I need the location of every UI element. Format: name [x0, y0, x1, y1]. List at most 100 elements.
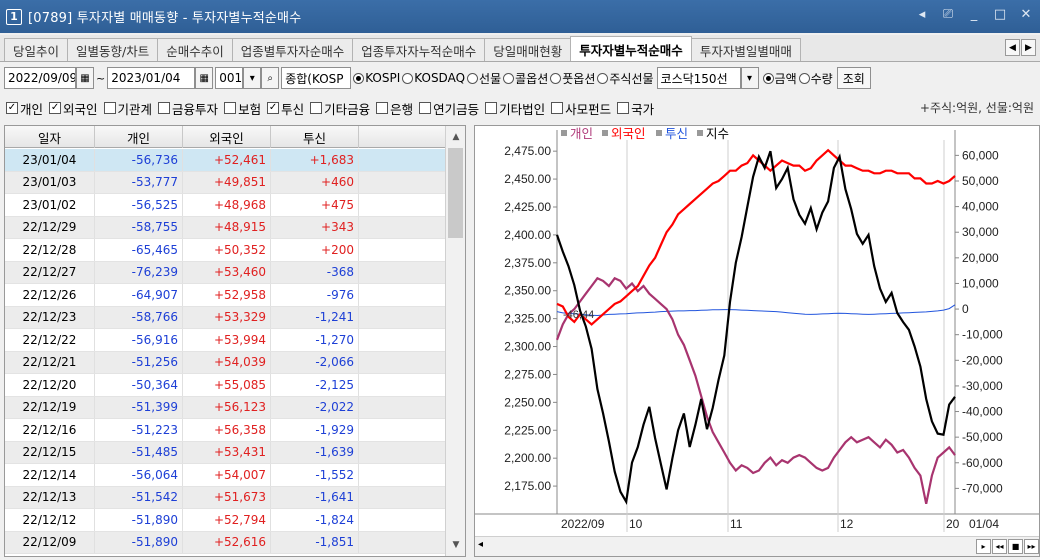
checkbox-individual[interactable]: ✓ 개인 — [6, 99, 43, 118]
scroll-up-icon[interactable]: ▲ — [446, 128, 465, 146]
tab-net-buy-trend[interactable]: 순매수추이 — [157, 38, 233, 61]
table-row[interactable]: 22/12/09 -51,890 +52,616 -1,851 — [5, 531, 446, 554]
cell-individual: -76,239 — [95, 261, 183, 283]
close-button[interactable]: ✕ — [1018, 7, 1034, 22]
calendar-icon[interactable]: ▦ — [195, 67, 214, 89]
calendar-icon[interactable]: ▦ — [76, 67, 94, 89]
cumulative-chart[interactable]: 2,475.00 2,450.00 2,425.00 2,400.00 2,375.00… — [475, 126, 1040, 538]
collapse-icon[interactable]: ◂ — [914, 7, 930, 22]
radio-futures[interactable]: 선물 — [467, 70, 501, 87]
table-row[interactable]: 22/12/14 -56,064 +54,007 -1,552 — [5, 464, 446, 487]
maximize-button[interactable]: □ — [992, 7, 1008, 22]
window-number-badge[interactable]: 1 — [6, 8, 22, 25]
table-row[interactable]: 22/12/12 -51,890 +52,794 -1,824 — [5, 509, 446, 532]
dropdown-arrow-icon[interactable]: ▾ — [243, 67, 262, 89]
x-tick-label: 2022/09 — [561, 517, 605, 531]
checkbox-other-corp[interactable]: 기타법인 — [485, 99, 545, 118]
cell-trust: +1,683 — [271, 149, 359, 171]
tab-investor-daily[interactable]: 투자자별일별매매 — [690, 38, 801, 61]
right-tick-label: -50,000 — [962, 430, 1003, 444]
checkbox-bank[interactable]: 은행 — [376, 99, 413, 118]
table-row[interactable]: 22/12/26 -64,907 +52,958 -976 — [5, 284, 446, 307]
market-code-field[interactable]: 001 — [215, 67, 244, 89]
grid-vertical-scrollbar[interactable]: ▲ ▼ — [445, 126, 465, 556]
cell-empty — [359, 239, 446, 261]
radio-amount[interactable]: 금액 — [762, 70, 797, 87]
checkbox-nation[interactable]: 국가 — [617, 99, 654, 118]
tab-scroll-right-icon[interactable]: ▶ — [1021, 39, 1036, 56]
table-row[interactable]: 22/12/29 -58,755 +48,915 +343 — [5, 216, 446, 239]
query-button[interactable]: 조회 — [836, 67, 871, 89]
checkbox-private-fund[interactable]: 사모펀드 — [551, 99, 611, 118]
table-row[interactable]: 23/01/02 -56,525 +48,968 +475 — [5, 194, 446, 217]
radio-kospi[interactable]: KOSPI — [353, 71, 400, 85]
fast-forward-icon[interactable]: ▸▸ — [1024, 539, 1039, 554]
checkbox-investment-trust[interactable]: ✓ 투신 — [267, 99, 304, 118]
checkbox-insurance[interactable]: 보험 — [224, 99, 261, 118]
table-row[interactable]: 22/12/13 -51,542 +51,673 -1,641 — [5, 486, 446, 509]
table-row[interactable]: 22/12/23 -58,766 +53,329 -1,241 — [5, 306, 446, 329]
radio-put-option[interactable]: 풋옵션 — [550, 70, 595, 87]
end-date-field[interactable]: 2023/01/04 — [107, 67, 196, 89]
table-row[interactable]: 22/12/15 -51,485 +53,431 -1,639 — [5, 441, 446, 464]
play-icon[interactable]: ▸ — [976, 539, 991, 554]
header-date[interactable]: 일자 — [5, 126, 95, 148]
tab-sector-cumulative[interactable]: 업종투자자누적순매수 — [352, 38, 486, 61]
header-trust[interactable]: 투신 — [271, 126, 359, 148]
checkbox-other-finance[interactable]: 기타금융 — [310, 99, 370, 118]
scroll-thumb[interactable] — [448, 148, 463, 238]
scroll-down-icon[interactable]: ▼ — [446, 536, 465, 554]
stop-icon[interactable]: ■ — [1008, 539, 1023, 554]
chart-horizontal-scrollbar[interactable]: ◂ ▸ ◂◂ ■ ▸▸ — [475, 536, 1039, 556]
cell-foreigner: +48,968 — [183, 194, 271, 216]
cell-empty — [359, 486, 446, 508]
table-row[interactable]: 22/12/28 -65,465 +50,352 +200 — [5, 239, 446, 262]
tab-daily-trend[interactable]: 당일추이 — [4, 38, 69, 61]
tab-daily-chart[interactable]: 일별동향/차트 — [67, 38, 159, 61]
cell-foreigner: +50,352 — [183, 239, 271, 261]
table-row[interactable]: 23/01/03 -53,777 +49,851 +460 — [5, 171, 446, 194]
tab-sector-investor[interactable]: 업종별투자자순매수 — [231, 38, 354, 61]
table-row[interactable]: 23/01/04 -56,736 +52,461 +1,683 — [5, 149, 446, 172]
cell-date: 22/12/23 — [5, 306, 95, 328]
table-row[interactable]: 22/12/20 -50,364 +55,085 -2,125 — [5, 374, 446, 397]
cell-individual: -65,465 — [95, 239, 183, 261]
radio-dot-icon — [550, 72, 562, 84]
search-icon[interactable]: ⌕ — [261, 67, 280, 89]
checkbox-foreigner[interactable]: ✓ 외국인 — [49, 99, 98, 118]
table-row[interactable]: 22/12/22 -56,916 +53,994 -1,270 — [5, 329, 446, 352]
header-individual[interactable]: 개인 — [95, 126, 183, 148]
checkbox-financial-investment[interactable]: 금융투자 — [158, 99, 218, 118]
query-toolbar: 2022/09/09 ▦ ~ 2023/01/04 ▦ 001 ▾ ⌕ 종합(K… — [0, 64, 1040, 92]
legend-marker-icon — [602, 130, 608, 136]
cell-individual: -50,364 — [95, 374, 183, 396]
cell-individual: -56,064 — [95, 464, 183, 486]
rewind-icon[interactable]: ◂◂ — [992, 539, 1007, 554]
checkbox-institution[interactable]: 기관계 — [103, 99, 152, 118]
index-select[interactable]: 코스닥150선 — [656, 67, 741, 89]
tab-scroll-left-icon[interactable]: ◀ — [1005, 39, 1020, 56]
radio-kosdaq[interactable]: KOSDAQ — [402, 71, 465, 85]
tab-investor-cumulative[interactable]: 투자자별누적순매수 — [570, 36, 692, 61]
table-row[interactable]: 22/12/19 -51,399 +56,123 -2,022 — [5, 396, 446, 419]
radio-call-option[interactable]: 콜옵션 — [503, 70, 548, 87]
cell-empty — [359, 149, 446, 171]
radio-stock-futures[interactable]: 주식선물 — [597, 70, 654, 87]
cell-date: 23/01/04 — [5, 149, 95, 171]
header-empty — [359, 126, 446, 148]
link-icon[interactable]: ⎚ — [940, 7, 956, 22]
start-date-field[interactable]: 2022/09/09 — [4, 67, 76, 89]
market-name-field[interactable]: 종합(KOSP — [281, 67, 352, 89]
left-tick-label: 2,450.00 — [504, 172, 551, 186]
table-row[interactable]: 22/12/27 -76,239 +53,460 -368 — [5, 261, 446, 284]
dropdown-arrow-icon[interactable]: ▾ — [740, 67, 759, 89]
tab-today-status[interactable]: 당일매매현황 — [484, 38, 572, 61]
header-foreigner[interactable]: 외국인 — [183, 126, 271, 148]
checkbox-pension[interactable]: 연기금등 — [419, 99, 479, 118]
table-row[interactable]: 22/12/21 -51,256 +54,039 -2,066 — [5, 351, 446, 374]
right-tick-label: 40,000 — [962, 200, 999, 214]
radio-quantity[interactable]: 수량 — [798, 70, 833, 87]
scroll-left-icon[interactable]: ◂ — [478, 539, 483, 550]
minimize-button[interactable]: _ — [966, 7, 982, 22]
table-row[interactable]: 22/12/16 -51,223 +56,358 -1,929 — [5, 419, 446, 442]
